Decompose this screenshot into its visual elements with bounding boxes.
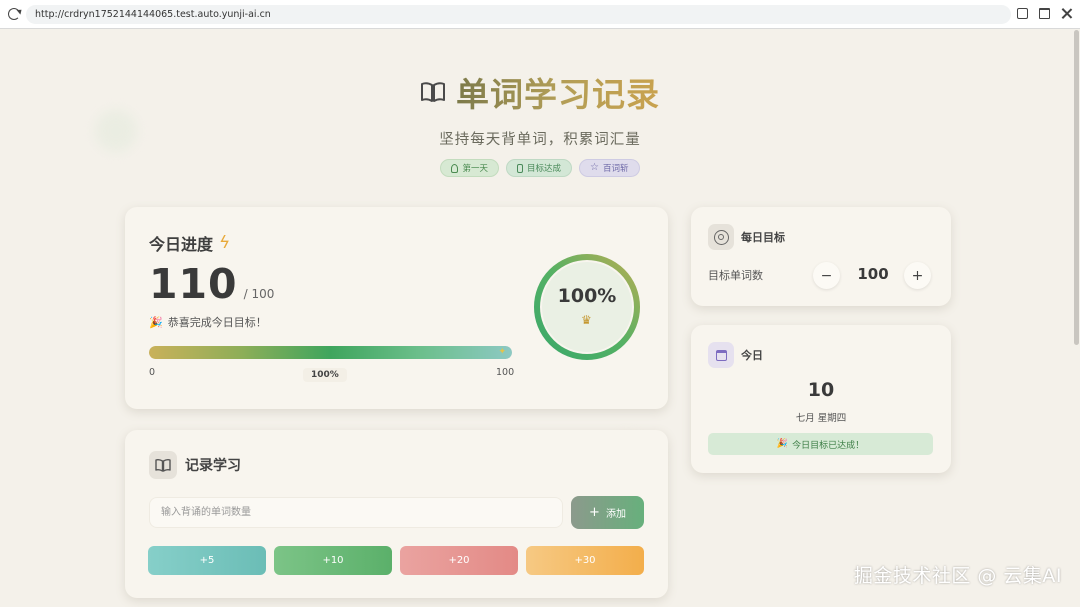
quick-add-10-button[interactable]: +10 (274, 546, 392, 575)
increase-goal-button[interactable]: + (904, 262, 931, 289)
badge-label: 目标达成 (527, 164, 562, 174)
plus-icon: + (589, 505, 600, 520)
party-popper-icon: 🎉 (149, 315, 163, 329)
congrats-message: 🎉 恭喜完成今日目标！ (149, 314, 267, 330)
progress-title: 今日进度 (149, 235, 214, 254)
watermark: 掘金技术社区 @ 云集AI (853, 565, 1062, 587)
page-title: 单词学习记录 (456, 68, 660, 116)
badge-first-day: 第一天 (440, 159, 499, 177)
close-icon[interactable] (1061, 8, 1072, 19)
star-icon: ☆ (590, 162, 599, 173)
address-url: http://crdryn1752144144065.test.auto.yun… (35, 9, 271, 20)
address-bar[interactable]: http://crdryn1752144144065.test.auto.yun… (26, 5, 1011, 24)
quick-add-20-button[interactable]: +20 (400, 546, 518, 575)
open-book-icon (149, 451, 177, 479)
badge-goal-reached: 目标达成 (506, 159, 573, 177)
progress-percent-label: 100% (303, 368, 347, 382)
browser-toolbar: http://crdryn1752144144065.test.auto.yun… (0, 0, 1080, 29)
today-date: 七月 星期四 (795, 413, 847, 424)
progress-bar-fill (149, 346, 512, 359)
progress-ring: 100% ♛ (531, 251, 643, 363)
progress-min-label: 0 (149, 367, 156, 378)
goal-header: 每日目标 (708, 224, 785, 250)
record-header: 记录学习 (149, 451, 241, 479)
word-count: 110 / 100 (149, 260, 274, 308)
goal-value: 100 (857, 265, 889, 283)
sparkle-icon: ✦ (498, 347, 506, 357)
today-header: 今日 (708, 342, 763, 368)
trophy-icon: ♛ (581, 313, 592, 327)
today-day-number: 10 (807, 379, 835, 401)
today-card: 今日 10 七月 星期四 🎉 今日目标已达成！ (691, 325, 951, 473)
quick-add-5-button[interactable]: +5 (148, 546, 266, 575)
badge-label: 百词斩 (602, 164, 629, 174)
goal-label: 目标单词数 (708, 269, 763, 282)
award-icon (451, 163, 459, 173)
today-status-text: 今日目标已达成！ (792, 440, 865, 451)
progress-header: 今日进度 ϟ (149, 231, 230, 255)
record-title: 记录学习 (185, 458, 241, 474)
party-popper-icon: 🎉 (776, 439, 789, 449)
today-title: 今日 (741, 349, 763, 362)
today-status-badge: 🎉 今日目标已达成！ (708, 433, 933, 455)
word-count-value: 110 (149, 260, 238, 308)
badge-label: 第一天 (462, 164, 488, 174)
book-icon (420, 81, 446, 103)
word-count-input[interactable] (149, 497, 563, 528)
reload-icon[interactable] (8, 8, 20, 20)
title-row: 单词学习记录 (0, 68, 1080, 116)
record-study-card: 记录学习 + 添加 +5 +10 +20 +30 (125, 430, 668, 598)
medal-icon (517, 163, 523, 173)
add-button-label: 添加 (605, 509, 626, 520)
quick-add-buttons: +5 +10 +20 +30 (148, 546, 644, 575)
goal-title: 每日目标 (741, 231, 785, 244)
page-subtitle: 坚持每天背单词，积累词汇量 (439, 132, 641, 148)
target-icon (713, 229, 729, 245)
congrats-text: 恭喜完成今日目标！ (167, 316, 267, 329)
achievement-badges: 第一天 目标达成 ☆ 百词斩 (0, 159, 1080, 177)
cast-icon[interactable] (1039, 8, 1050, 19)
progress-max-label: 100 (496, 367, 515, 378)
quick-add-30-button[interactable]: +30 (526, 546, 644, 575)
calendar-icon-box (708, 342, 734, 368)
page-header: 单词学习记录 坚持每天背单词，积累词汇量 第一天 目标达成 ☆ 百词斩 (0, 68, 1080, 177)
add-button[interactable]: + 添加 (571, 496, 644, 529)
today-progress-card: 今日进度 ϟ 110 / 100 🎉 恭喜完成今日目标！ ✦ 0 100% 10… (125, 207, 668, 409)
badge-hundred-words: ☆ 百词斩 (579, 159, 640, 177)
calendar-icon (715, 349, 727, 361)
decrease-goal-button[interactable]: − (813, 262, 840, 289)
target-icon-box (708, 224, 734, 250)
devices-icon[interactable] (1017, 8, 1028, 19)
ring-percent: 100% (557, 285, 617, 307)
browser-actions (1017, 8, 1072, 19)
daily-goal-card: 每日目标 目标单词数 − 100 + (691, 207, 951, 306)
progress-bar: ✦ (149, 346, 512, 359)
lightning-icon: ϟ (219, 232, 231, 253)
word-count-total: / 100 (243, 287, 275, 301)
